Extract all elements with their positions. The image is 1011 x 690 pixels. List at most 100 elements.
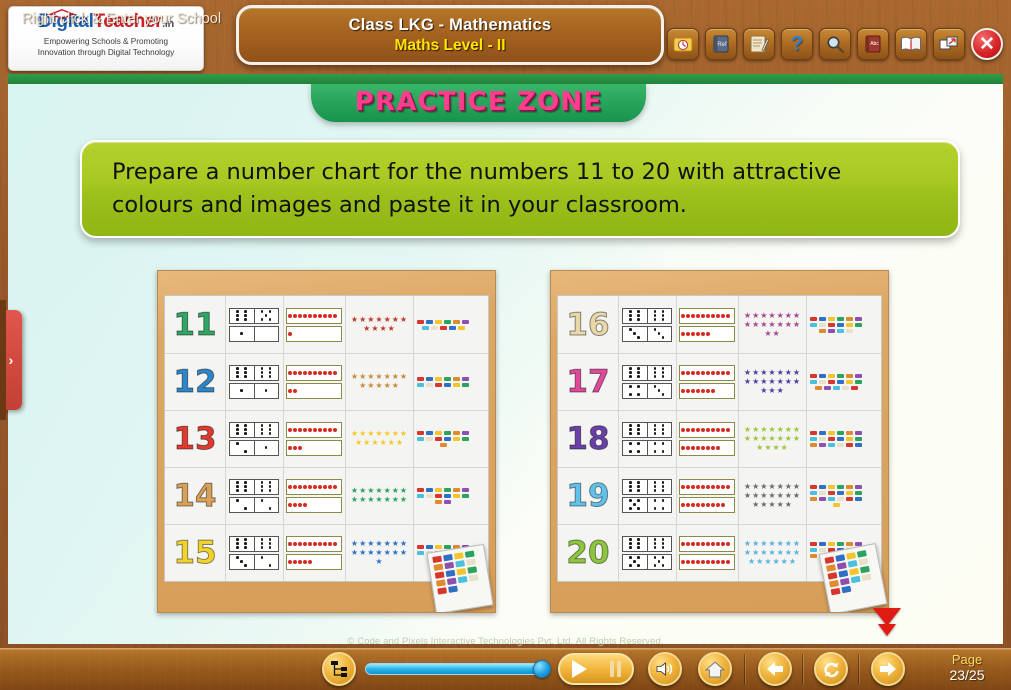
stick-icon <box>453 552 464 560</box>
apple-dot <box>323 370 327 375</box>
search-button[interactable] <box>819 28 851 60</box>
previous-button[interactable] <box>758 652 792 686</box>
star-icon: ★ <box>399 372 408 381</box>
stick-icon <box>828 316 835 321</box>
help-button[interactable]: ? <box>781 28 813 60</box>
volume-button[interactable] <box>648 652 682 686</box>
domino-pip <box>653 442 657 445</box>
stick-icon <box>828 484 835 489</box>
apple-dot <box>706 427 710 432</box>
domino-pip <box>661 546 665 549</box>
stick-icon <box>826 564 836 572</box>
lesson-title-plaque: Class LKG - Mathematics Maths Level - II <box>236 5 664 65</box>
apple-dot <box>696 388 700 393</box>
stick-icon <box>426 430 433 435</box>
stick-icon <box>435 319 442 324</box>
domino-pip <box>244 432 247 435</box>
domino-pip <box>268 424 272 427</box>
chart-row-divider <box>558 353 881 354</box>
domino-pip <box>244 546 247 549</box>
stick-icon <box>846 373 853 378</box>
star-icon: ★ <box>383 381 391 390</box>
play-pause-control[interactable] <box>558 653 634 685</box>
domino-pip-grid <box>261 328 272 339</box>
star-icon: ★ <box>772 328 780 338</box>
stick-icon <box>453 430 460 435</box>
reference-button[interactable]: Ref <box>705 28 737 60</box>
number-chart-photo-right[interactable]: 16 ★ ★ ★ ★ ★ ★ ★ ★ ★ ★ ★ ★ ★ ★ ★ ★ 17 ★ ★ ★ ★ ★ ★ ★ ★ ★ ★ ★ ★ ★ ★ ★ ★ ★ 18 ★… <box>550 270 889 613</box>
school-prompt-text[interactable]: Right click & Enter your School <box>22 11 221 27</box>
domino-pair <box>225 535 283 570</box>
stick-icon <box>426 487 433 492</box>
star-icon: ★ <box>379 324 387 333</box>
apple-dot <box>681 388 685 393</box>
domino-pip-grid <box>236 499 247 510</box>
apple-dot <box>288 313 292 318</box>
domino-half <box>648 555 672 569</box>
domino-pip <box>629 328 632 331</box>
domino-pip <box>637 499 640 502</box>
stick-icon <box>417 487 424 492</box>
star-icon: ★ <box>375 495 383 504</box>
domino-pip <box>661 450 665 453</box>
apple-dot <box>288 502 292 507</box>
chart-number: 20 <box>566 534 610 571</box>
progress-slider[interactable] <box>365 660 551 678</box>
domino-pip <box>653 424 657 427</box>
apple-dot <box>318 484 322 489</box>
stick-icon <box>448 585 458 593</box>
domino-pip <box>661 424 665 427</box>
star-icon: ★ <box>743 433 752 443</box>
dictionary-button[interactable]: Abc <box>857 28 889 60</box>
stick-icon <box>457 575 468 584</box>
notes-button[interactable] <box>743 28 775 60</box>
play-icon[interactable] <box>571 660 587 678</box>
apple-dot <box>711 484 715 489</box>
resize-button[interactable] <box>933 28 965 60</box>
domino-pip <box>637 546 640 549</box>
close-button[interactable]: ✕ <box>971 28 1003 60</box>
domino-pip <box>268 485 272 488</box>
page-label: Page <box>951 652 983 667</box>
domino-pair <box>618 421 676 456</box>
pause-icon[interactable] <box>609 661 621 677</box>
domino-pip <box>244 507 247 510</box>
instruction-panel: Prepare a number chart for the numbers 1… <box>80 140 960 238</box>
apple-dot <box>681 559 685 564</box>
next-button[interactable] <box>871 652 905 686</box>
number-chart-photo-left[interactable]: 11 ★ ★ ★ ★ ★ ★ ★ ★ ★ ★ ★ 12 ★ ★ ★ ★ ★ ★ ★ ★ ★ ★ ★ ★ 13 ★ ★ ★ ★ ★ ★ ★ ★ ★ ★ ★… <box>157 270 496 613</box>
domino-pip <box>637 450 640 453</box>
stick-icon <box>417 436 424 441</box>
star-icon: ★ <box>363 438 371 447</box>
chart-column-divider <box>283 296 284 581</box>
domino-pip <box>244 371 247 374</box>
index-tree-button[interactable] <box>322 652 356 686</box>
star-icon: ★ <box>792 547 801 557</box>
stick-icon <box>837 484 844 489</box>
page-number-value: 23/25 <box>949 667 985 683</box>
content-stage: PRACTICE ZONE Prepare a number chart for… <box>8 84 1003 644</box>
domino-pip <box>236 428 239 431</box>
slider-knob[interactable] <box>533 660 551 678</box>
domino-pair <box>618 535 676 570</box>
stick-icon <box>444 544 451 549</box>
glossary-button[interactable] <box>895 28 927 60</box>
star-icon: ★ <box>747 556 756 566</box>
timer-button[interactable] <box>667 28 699 60</box>
apple-dot <box>696 427 700 432</box>
stick-icon <box>856 550 867 558</box>
apple-dot <box>288 370 292 375</box>
domino-pip <box>244 310 247 313</box>
stick-icon <box>837 322 844 327</box>
star-icon: ★ <box>760 367 768 377</box>
star-icon: ★ <box>399 538 408 548</box>
star-icon: ★ <box>375 547 383 557</box>
domino-pip <box>629 428 632 431</box>
domino-pair <box>225 364 283 399</box>
stick-icon <box>837 436 844 441</box>
domino-pip <box>260 485 264 488</box>
star-icon: ★ <box>752 547 760 557</box>
star-counter-group: ★ ★ ★ ★ ★ ★ ★ ★ ★ ★ ★ <box>345 314 413 335</box>
home-button[interactable] <box>698 652 732 686</box>
refresh-button[interactable] <box>814 652 848 686</box>
